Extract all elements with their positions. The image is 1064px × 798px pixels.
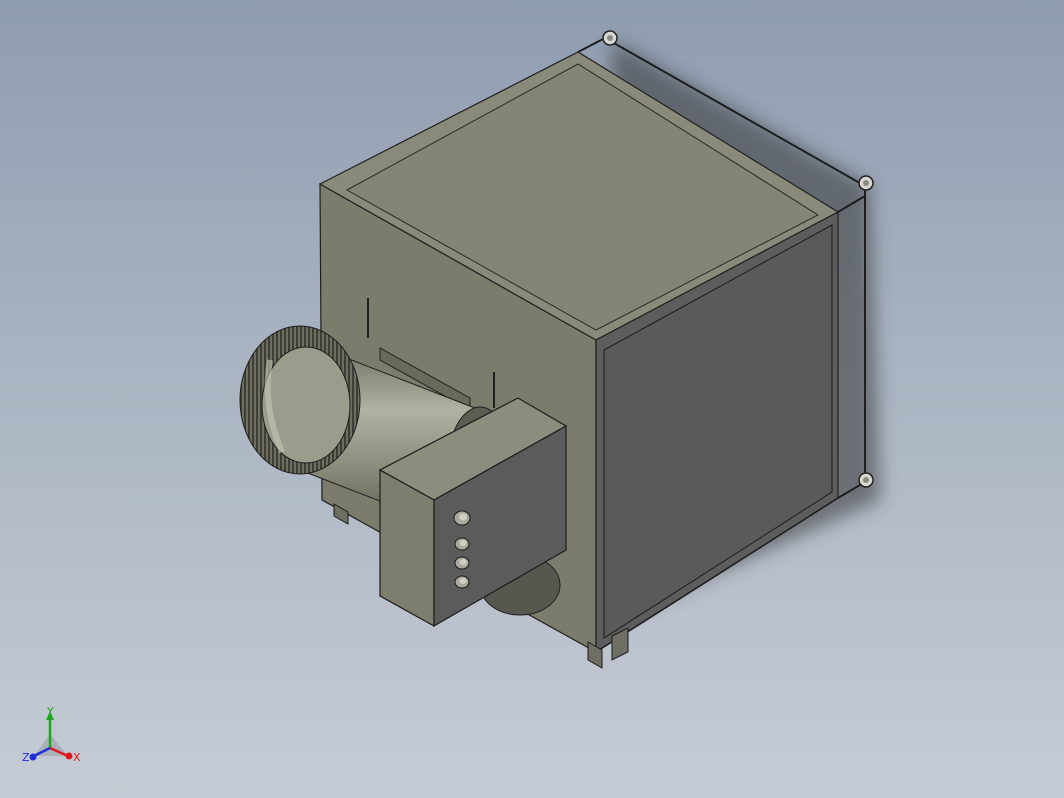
axis-y-label: Y	[46, 705, 54, 718]
axis-triad-icon[interactable]: Y X Z	[22, 705, 81, 764]
control-knob-1[interactable]	[453, 510, 471, 526]
graphics-viewport[interactable]: Y X Z	[0, 0, 1064, 798]
axis-z-label: Z	[22, 751, 30, 764]
corner-bolt-right-upper	[858, 175, 874, 191]
control-knob-2[interactable]	[454, 537, 470, 551]
corner-bolt-right-lower	[858, 472, 874, 488]
control-knob-3[interactable]	[454, 556, 470, 570]
axis-x-label: X	[73, 751, 81, 764]
control-knob-4[interactable]	[454, 575, 470, 589]
3d-model-view[interactable]: Y X Z	[0, 0, 1064, 798]
corner-bolt-top	[602, 30, 618, 46]
